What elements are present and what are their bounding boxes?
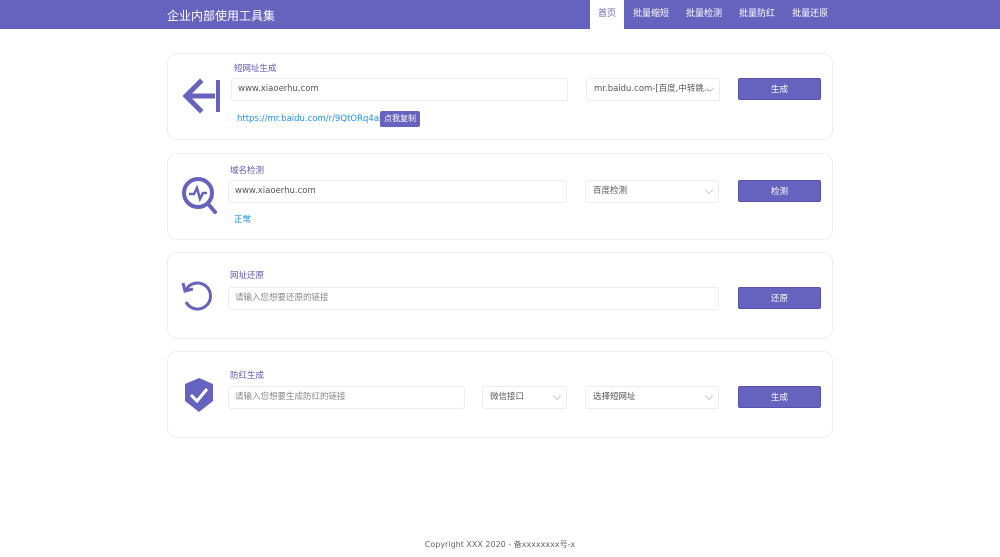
nav-batch-shorten[interactable]: 批量缩短 (625, 0, 677, 29)
chevron-down-icon (704, 391, 714, 401)
nav-batch-restore[interactable]: 批量还原 (784, 0, 836, 29)
restore-button[interactable]: 还原 (738, 287, 821, 309)
short-domain-select[interactable]: mr.baidu.com-[百度,中转跳... (586, 78, 720, 101)
undo-icon (181, 281, 213, 311)
select-value: 选择短网址 (593, 392, 636, 402)
select-value: mr.baidu.com-[百度,中转跳... (594, 84, 712, 94)
shield-check-icon (185, 378, 213, 412)
nav-batch-antired[interactable]: 批量防红 (731, 0, 783, 29)
short-url-card: 短网址生成 www.xiaoerhu.com mr.baidu.com-[百度,… (167, 53, 833, 140)
section-title: 短网址生成 (234, 64, 277, 74)
api-select[interactable]: 微信接口 (482, 386, 567, 409)
site-title: 企业内部使用工具集 (167, 9, 276, 23)
select-value: 百度检测 (593, 186, 628, 196)
short-url-select[interactable]: 选择短网址 (585, 386, 719, 409)
section-title: 网址还原 (230, 271, 265, 281)
check-engine-select[interactable]: 百度检测 (585, 180, 719, 203)
section-title: 域名检测 (230, 166, 265, 176)
check-button[interactable]: 检测 (738, 180, 821, 202)
chevron-down-icon (552, 391, 562, 401)
nav-batch-check[interactable]: 批量检测 (678, 0, 730, 29)
anti-red-card: 防红生成 请输入您想要生成防红的链接 微信接口 选择短网址 生成 (167, 351, 833, 438)
section-title: 防红生成 (230, 371, 265, 381)
generate-anti-red-button[interactable]: 生成 (738, 386, 821, 408)
result-link[interactable]: https://mr.baidu.com/r/9QtORq4asM (237, 114, 391, 124)
restore-input[interactable]: 请输入您想要还原的链接 (228, 287, 719, 310)
main-nav: 首页 批量缩短 批量检测 批量防红 批量还原 (590, 0, 837, 29)
arrow-left-bar-icon (182, 78, 220, 114)
check-status: 正常 (234, 215, 252, 225)
url-restore-card: 网址还原 请输入您想要还原的链接 还原 (167, 252, 833, 339)
url-input[interactable]: www.xiaoerhu.com (231, 78, 568, 101)
domain-check-card: 域名检测 www.xiaoerhu.com 百度检测 检测 正常 (167, 153, 833, 240)
chevron-down-icon (704, 185, 714, 195)
nav-home[interactable]: 首页 (590, 0, 625, 29)
generate-button[interactable]: 生成 (738, 78, 821, 100)
select-value: 微信接口 (490, 392, 525, 402)
anti-red-input[interactable]: 请输入您想要生成防红的链接 (228, 386, 465, 409)
search-pulse-icon (182, 177, 217, 214)
footer-copyright: Copyright XXX 2020 - 备xxxxxxxx号-x (424, 540, 576, 549)
copy-button[interactable]: 点我复制 (380, 111, 420, 127)
domain-input[interactable]: www.xiaoerhu.com (228, 180, 567, 203)
top-header: 企业内部使用工具集 首页 批量缩短 批量检测 批量防红 批量还原 (0, 0, 1000, 29)
